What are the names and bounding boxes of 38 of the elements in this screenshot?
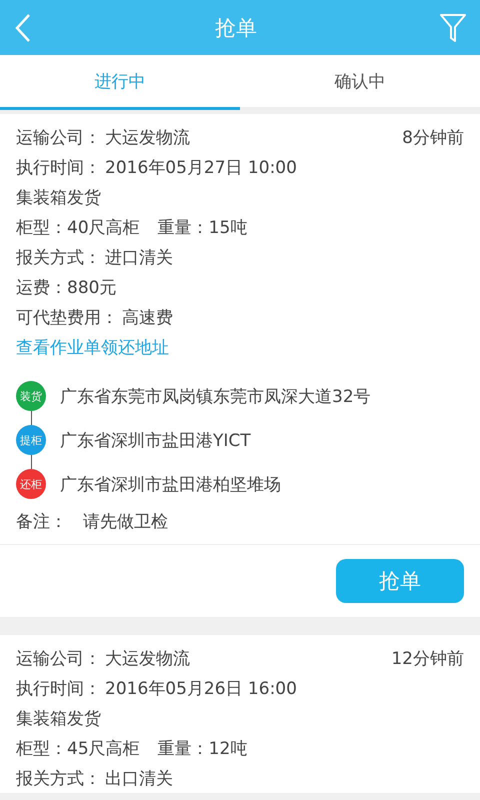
- field-label: 运输公司：: [16, 648, 101, 670]
- field-label: 报关方式：: [16, 768, 101, 790]
- field-label: 执行时间：: [16, 678, 101, 700]
- stop-badge: 提柜: [16, 425, 46, 455]
- order-text: 运费：880元: [16, 276, 116, 298]
- stop-badge: 还柜: [16, 469, 46, 499]
- field-value: 2016年05月26日 16:00: [105, 678, 297, 700]
- field-value: 重量：12吨: [158, 738, 248, 760]
- field-value: 进口清关: [105, 246, 173, 268]
- back-icon[interactable]: [14, 12, 32, 42]
- stop-address: 广东省深圳市盐田港柏坚堆场: [60, 474, 281, 496]
- field-value: 出口清关: [105, 768, 173, 790]
- field-label: 柜型：40尺高柜: [16, 216, 140, 238]
- order-text: 集装箱发货: [16, 708, 101, 730]
- note-label: 备注：: [16, 510, 67, 532]
- address-link[interactable]: 查看作业单领还地址: [16, 336, 169, 358]
- stop-address: 广东省深圳市盐田港YICT: [60, 430, 251, 452]
- page-title: 抢单: [215, 14, 257, 42]
- stop-address: 广东省东莞市凤岗镇东莞市凤深大道32号: [60, 386, 371, 408]
- field-value: 重量：15吨: [158, 216, 248, 238]
- note-text: 请先做卫检: [83, 510, 168, 532]
- posted-time: 12分钟前: [391, 648, 464, 670]
- filter-icon[interactable]: [440, 14, 466, 42]
- tab[interactable]: 进行中: [0, 55, 240, 110]
- field-label: 可代垫费用：: [16, 306, 118, 328]
- field-value: 大运发物流: [105, 648, 190, 670]
- stop-badge: 装货: [16, 381, 46, 411]
- order-text: 集装箱发货: [16, 186, 101, 208]
- field-label: 运输公司：: [16, 126, 101, 148]
- field-value: 大运发物流: [105, 126, 190, 148]
- tab[interactable]: 确认中: [240, 55, 480, 110]
- field-label: 执行时间：: [16, 156, 101, 178]
- field-label: 柜型：45尺高柜: [16, 738, 140, 760]
- field-label: 报关方式：: [16, 246, 101, 268]
- field-value: 2016年05月27日 10:00: [105, 156, 297, 178]
- field-value: 高速费: [122, 306, 173, 328]
- posted-time: 8分钟前: [402, 126, 464, 148]
- grab-order-button[interactable]: 抢单: [336, 559, 464, 603]
